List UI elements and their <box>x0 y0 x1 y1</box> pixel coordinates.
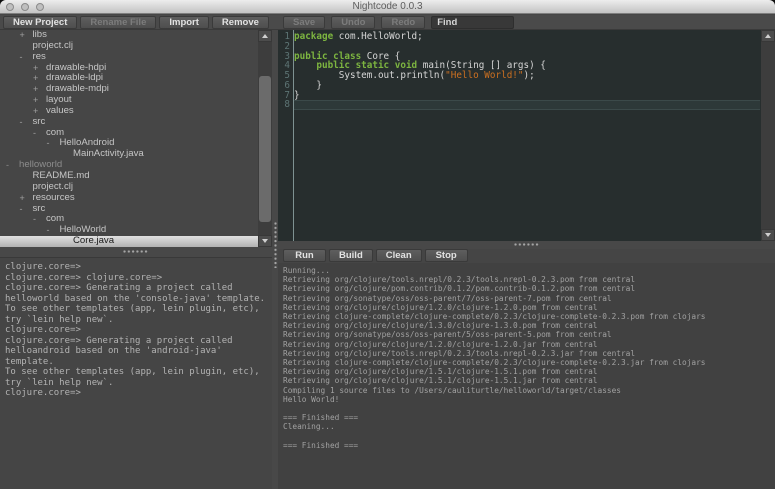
splitter-handle[interactable] <box>123 250 149 253</box>
repl-output[interactable]: clojure.core=> clojure.core=> clojure.co… <box>0 258 272 403</box>
expand-icon[interactable]: + <box>33 84 38 95</box>
arrow-up-icon <box>262 34 268 38</box>
tree-item[interactable]: + layout <box>0 95 258 106</box>
code-editor[interactable]: 12345678 package com.HelloWorld;public c… <box>278 30 775 241</box>
collapse-icon[interactable]: - <box>6 160 9 171</box>
tree-item[interactable]: + drawable-ldpi <box>0 73 258 84</box>
tree-item-label: MainActivity.java <box>73 148 144 159</box>
toolbar: New Project Rename File Import Remove Sa… <box>0 15 775 30</box>
build-console-panel: Running... Retrieving org/clojure/tools.… <box>278 263 775 489</box>
undo-button[interactable]: Undo <box>331 16 375 29</box>
left-horizontal-splitter[interactable] <box>0 247 272 257</box>
tree-item-label: values <box>46 105 74 116</box>
expand-icon[interactable]: + <box>20 193 25 204</box>
tree-item-label: Core.java <box>73 235 114 246</box>
expand-icon[interactable]: + <box>33 73 38 84</box>
titlebar[interactable]: Nightcode 0.0.3 <box>0 0 775 14</box>
code-line: System.out.println("Hello World!"); <box>294 71 760 81</box>
editor-toolbar: Save Undo Redo <box>283 16 514 29</box>
tree-item[interactable]: -com <box>0 214 258 225</box>
project-toolbar: New Project Rename File Import Remove <box>3 16 269 29</box>
tree-item-label: drawable-hdpi <box>46 62 106 73</box>
scroll-up-button[interactable] <box>761 30 775 42</box>
tree-item-label: drawable-mdpi <box>46 83 109 94</box>
right-horizontal-splitter[interactable] <box>278 241 775 249</box>
tree-item[interactable]: -src <box>0 117 258 128</box>
build-toolbar: Run Build Clean Stop <box>278 249 775 263</box>
tree-item-label: src <box>33 203 46 214</box>
tree-item[interactable]: + drawable-hdpi <box>0 63 258 74</box>
tree-item[interactable]: + drawable-mdpi <box>0 84 258 95</box>
tree-item[interactable]: -src <box>0 204 258 215</box>
file-tree[interactable]: +libsproject.clj-res+drawable-hdpi+drawa… <box>0 30 258 247</box>
file-tree-panel: +libsproject.clj-res+drawable-hdpi+drawa… <box>0 30 272 247</box>
splitter-handle[interactable] <box>274 222 277 268</box>
tree-item[interactable]: -com <box>0 128 258 139</box>
tree-item-label: project.clj <box>33 40 74 51</box>
arrow-up-icon <box>765 34 771 38</box>
tree-item-label: resources <box>33 192 75 203</box>
collapse-icon[interactable]: - <box>47 138 50 149</box>
tree-item-label: HelloAndroid <box>60 137 115 148</box>
tree-item-label: project.clj <box>33 181 74 192</box>
tree-item-label: libs <box>33 30 47 40</box>
expand-icon[interactable]: + <box>20 30 25 41</box>
editor-scrollbar[interactable] <box>761 30 775 241</box>
scroll-down-button[interactable] <box>258 235 272 247</box>
rename-file-button[interactable]: Rename File <box>80 16 156 29</box>
code-line: } <box>294 81 760 91</box>
build-button[interactable]: Build <box>329 249 373 262</box>
collapse-icon[interactable]: - <box>33 128 36 139</box>
tree-item-label: src <box>33 116 46 127</box>
tree-item-label: com <box>46 127 64 138</box>
new-project-button[interactable]: New Project <box>3 16 77 29</box>
code-line: } <box>294 91 760 101</box>
scrollbar-thumb[interactable] <box>259 76 271 222</box>
expand-icon[interactable]: + <box>33 63 38 74</box>
editor-gutter: 12345678 <box>278 32 292 110</box>
line-number: 8 <box>278 100 290 110</box>
tree-scrollbar[interactable] <box>258 30 272 247</box>
code-line <box>294 100 760 110</box>
save-button[interactable]: Save <box>283 16 325 29</box>
editor-code[interactable]: package com.HelloWorld;public class Core… <box>294 32 760 110</box>
tree-item-label: res <box>33 51 46 62</box>
find-input[interactable] <box>431 16 514 29</box>
splitter-handle[interactable] <box>514 243 540 246</box>
tree-item[interactable]: -res <box>0 52 258 63</box>
clean-button[interactable]: Clean <box>376 249 422 262</box>
arrow-down-icon <box>765 233 771 237</box>
collapse-icon[interactable]: - <box>47 225 50 236</box>
import-button[interactable]: Import <box>159 16 209 29</box>
collapse-icon[interactable]: - <box>20 117 23 128</box>
tree-item-label: com <box>46 213 64 224</box>
run-button[interactable]: Run <box>283 249 326 262</box>
tree-item-label: HelloWorld <box>60 224 107 235</box>
arrow-down-icon <box>262 239 268 243</box>
tree-item[interactable]: Core.java <box>0 236 258 247</box>
tree-item-label: layout <box>46 94 72 105</box>
tree-item[interactable]: -HelloWorld <box>0 225 258 236</box>
window-title: Nightcode 0.0.3 <box>0 0 775 14</box>
tree-item-label: drawable-ldpi <box>46 72 103 83</box>
scroll-down-button[interactable] <box>761 229 775 241</box>
code-line: package com.HelloWorld; <box>294 32 760 42</box>
redo-button[interactable]: Redo <box>381 16 425 29</box>
collapse-icon[interactable]: - <box>20 204 23 215</box>
stop-button[interactable]: Stop <box>425 249 468 262</box>
build-console-output: Running... Retrieving org/clojure/tools.… <box>278 263 775 453</box>
scroll-up-button[interactable] <box>258 30 272 42</box>
collapse-icon[interactable]: - <box>20 52 23 63</box>
tree-item-label: README.md <box>33 170 90 181</box>
tree-item-label: helloworld <box>19 159 62 170</box>
repl-panel: clojure.core=> clojure.core=> clojure.co… <box>0 257 272 489</box>
expand-icon[interactable]: + <box>33 95 38 106</box>
collapse-icon[interactable]: - <box>33 214 36 225</box>
app-window: Nightcode 0.0.3 New Project Rename File … <box>0 0 775 489</box>
remove-button[interactable]: Remove <box>212 16 269 29</box>
